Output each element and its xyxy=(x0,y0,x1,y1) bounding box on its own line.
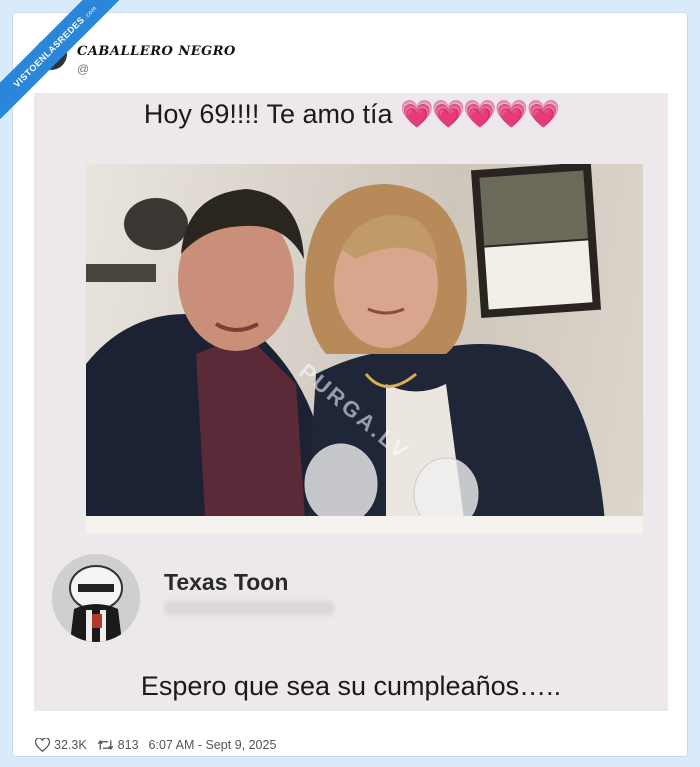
reply-handle-blurred xyxy=(164,601,334,615)
like-count: 32.3K xyxy=(54,738,87,752)
site-suffix: .com xyxy=(83,5,99,21)
author-name[interactable]: CABALLERO NEGRO xyxy=(77,44,236,59)
selfie-illustration xyxy=(86,164,643,534)
meme-title-text: Hoy 69!!!! Te amo tía xyxy=(143,99,393,129)
retweet-count: 813 xyxy=(117,738,139,752)
author-handle[interactable]: @ xyxy=(77,62,89,76)
post-footer: 32.3K 813 6:07 AM - Sept 9, 2025 xyxy=(35,735,276,755)
meme-image[interactable]: Hoy 69!!!! Te amo tía 💗💗💗💗💗 PURGA.LV Tex… xyxy=(34,93,668,711)
tweet-card: VISTOENLASREDES.com CABALLERO NEGRO @ Ho… xyxy=(0,0,688,757)
reply-text: Espero que sea su cumpleaños….. xyxy=(140,671,562,701)
heart-icon xyxy=(35,738,50,752)
selfie-photo: PURGA.LV xyxy=(86,164,643,534)
retweet-icon xyxy=(97,739,113,751)
reply-avatar xyxy=(52,554,140,642)
stormtrooper-avatar-illustration xyxy=(52,554,140,642)
meme-title: Hoy 69!!!! Te amo tía 💗💗💗💗💗 xyxy=(34,98,668,130)
post-timestamp[interactable]: 6:07 AM - Sept 9, 2025 xyxy=(149,738,277,752)
reply-author-name: Texas Toon xyxy=(164,569,289,595)
site-name: VISTOENLASREDES xyxy=(11,14,87,90)
hearts-emoji: 💗💗💗💗💗 xyxy=(400,99,560,129)
retweet-stat[interactable]: 813 xyxy=(97,738,139,752)
like-stat[interactable]: 32.3K xyxy=(35,738,87,752)
